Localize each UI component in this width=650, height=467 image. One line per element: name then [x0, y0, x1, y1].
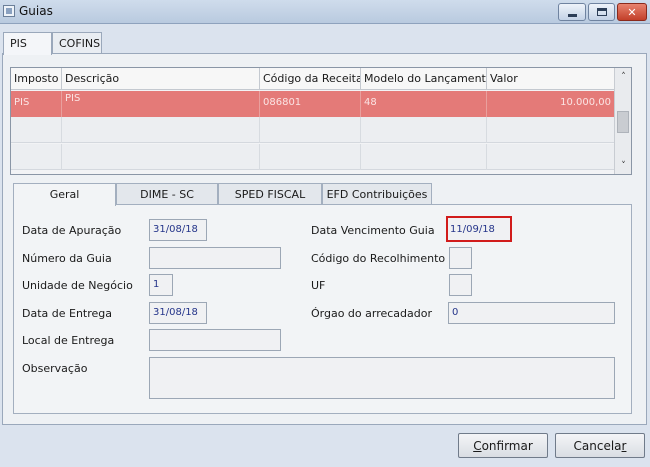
cancelar-label: Cancela: [573, 439, 622, 453]
table-row-empty: [11, 117, 614, 143]
tab-sped-fiscal[interactable]: SPED FISCAL: [218, 183, 322, 205]
observacao-field[interactable]: [149, 357, 615, 399]
tab-geral[interactable]: Geral: [13, 183, 116, 206]
tab-pis[interactable]: PIS: [3, 32, 52, 55]
title-bar: Guias ✕: [0, 0, 650, 24]
empty-cell: [361, 144, 487, 170]
local-entrega-field[interactable]: [149, 329, 281, 351]
cancelar-mnemonic: r: [621, 439, 627, 453]
data-apuracao-label: Data de Apuração: [22, 224, 122, 237]
cell-descricao[interactable]: PIS: [62, 91, 260, 117]
minimize-button[interactable]: [558, 3, 586, 21]
tab-efd-contribuicoes-label: EFD Contribuições: [326, 188, 428, 201]
tax-tabs: PIS COFINS: [0, 32, 650, 55]
local-entrega-label: Local de Entrega: [22, 334, 115, 347]
scroll-down-icon[interactable]: ˅: [615, 157, 631, 174]
observacao-label: Observação: [22, 362, 88, 375]
maximize-button[interactable]: [588, 3, 615, 21]
column-header-imposto[interactable]: Imposto: [11, 68, 62, 90]
orgao-arrecadador-field[interactable]: 0: [448, 302, 615, 324]
close-icon: ✕: [627, 5, 637, 19]
cancelar-button[interactable]: Cancelar: [555, 433, 645, 458]
empty-cell: [62, 144, 260, 170]
tab-cofins-label: COFINS: [59, 37, 101, 50]
data-vencimento-label: Data Vencimento Guia: [311, 224, 435, 237]
cell-valor: 10.000,00: [560, 97, 611, 108]
cell-modelo-lancamento: 48: [361, 91, 487, 117]
unidade-negocio-field[interactable]: 1: [149, 274, 173, 296]
table-row-empty: [11, 144, 614, 170]
data-entrega-label: Data de Entrega: [22, 307, 113, 320]
uf-label: UF: [311, 279, 326, 292]
unidade-negocio-label: Unidade de Negócio: [22, 279, 133, 292]
guias-grid: Imposto Descrição Código da Receita Mode…: [10, 67, 632, 175]
numero-guia-field[interactable]: [149, 247, 281, 269]
confirmar-label: onfirmar: [481, 439, 533, 453]
window-title: Guias: [19, 4, 53, 18]
detail-tabs: Geral DIME - SC SPED FISCAL EFD Contribu…: [13, 183, 633, 206]
data-apuracao-field[interactable]: 31/08/18: [149, 219, 207, 241]
confirmar-button[interactable]: Confirmar: [458, 433, 548, 458]
tab-pis-label: PIS: [10, 37, 27, 50]
empty-cell: [11, 117, 62, 143]
uf-field[interactable]: [449, 274, 472, 296]
minimize-icon: [567, 13, 577, 17]
data-entrega-field[interactable]: 31/08/18: [149, 302, 207, 324]
tab-sped-fiscal-label: SPED FISCAL: [234, 188, 306, 201]
grid-scrollbar[interactable]: ˄ ˅: [614, 68, 631, 174]
codigo-recolhimento-field[interactable]: [449, 247, 472, 269]
column-header-descricao[interactable]: Descrição: [62, 68, 260, 90]
orgao-arrecadador-label: Órgao do arrecadador: [311, 307, 433, 320]
column-header-codigo-receita[interactable]: Código da Receita: [260, 68, 361, 90]
scroll-up-icon[interactable]: ˄: [615, 68, 631, 85]
window-icon: [3, 5, 15, 17]
tab-cofins[interactable]: COFINS: [52, 32, 102, 54]
cell-codigo-receita: 086801: [260, 91, 361, 117]
column-header-modelo-lancamento[interactable]: Modelo do Lançamento: [361, 68, 487, 90]
empty-cell: [62, 117, 260, 143]
confirmar-mnemonic: C: [473, 439, 482, 453]
tab-dime-sc[interactable]: DIME - SC: [116, 183, 218, 205]
empty-cell: [260, 144, 361, 170]
empty-cell: [260, 117, 361, 143]
maximize-icon: [596, 8, 607, 16]
table-row[interactable]: PIS PIS 086801 48 10.000,00: [11, 91, 614, 117]
tab-efd-contribuicoes[interactable]: EFD Contribuições: [322, 183, 432, 205]
close-button[interactable]: ✕: [617, 3, 647, 21]
data-vencimento-field[interactable]: 11/09/18: [446, 216, 512, 242]
cell-imposto: PIS: [11, 91, 62, 117]
empty-cell: [361, 117, 487, 143]
tab-dime-sc-label: DIME - SC: [140, 188, 194, 201]
numero-guia-label: Número da Guia: [22, 252, 112, 265]
tab-geral-label: Geral: [49, 188, 80, 201]
codigo-recolhimento-label: Código do Recolhimento: [311, 252, 446, 265]
grid-header: Imposto Descrição Código da Receita Mode…: [11, 68, 614, 90]
empty-cell: [11, 144, 62, 170]
column-header-valor[interactable]: Valor: [487, 68, 614, 90]
scrollbar-thumb[interactable]: [617, 111, 629, 133]
